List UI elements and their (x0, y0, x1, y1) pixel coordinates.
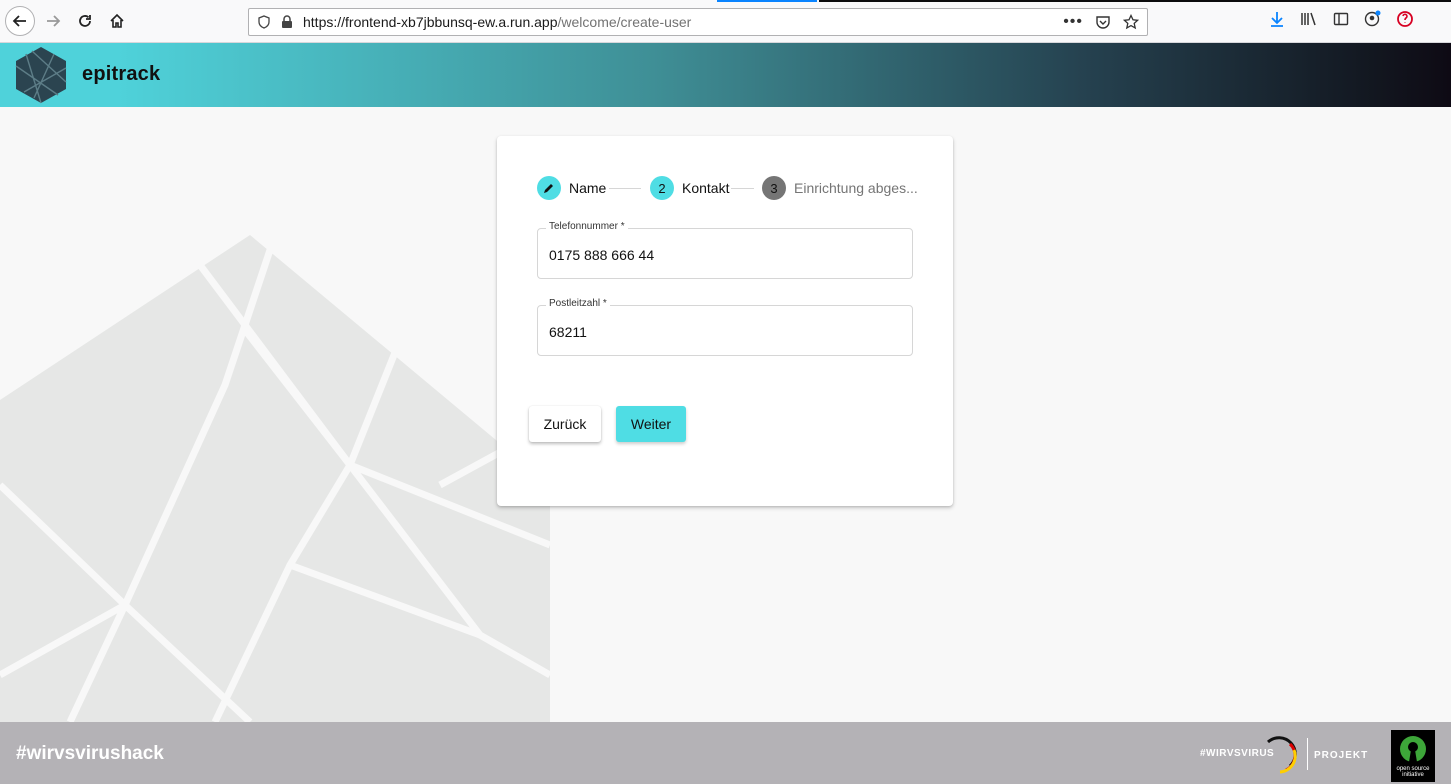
step-2-circle: 2 (650, 176, 674, 200)
pencil-icon (544, 184, 553, 193)
bookmark-star-icon[interactable] (1123, 14, 1139, 30)
extension-icon[interactable] (1396, 10, 1414, 28)
footer-divider (1307, 738, 1308, 770)
phone-label: Telefonnummer * (546, 221, 628, 232)
projekt-label: PROJEKT (1314, 750, 1369, 761)
pocket-icon[interactable] (1095, 14, 1111, 30)
lock-icon[interactable] (281, 15, 293, 29)
reload-icon (79, 15, 91, 27)
arrow-left-icon (12, 15, 26, 27)
wirvsvirus-arc-icon (1266, 736, 1297, 774)
zip-input[interactable]: 68211 (549, 324, 587, 340)
step-kontakt[interactable]: 2 Kontakt (650, 176, 729, 200)
url-host: https://frontend-xb7jbbunsq-ew.a.run.app (303, 14, 558, 30)
browser-toolbar: https://frontend-xb7jbbunsq-ew.a.run.app… (0, 0, 1451, 43)
footer-hashtag: #wirvsvirushack (16, 743, 164, 764)
more-actions-icon[interactable]: ••• (1063, 13, 1083, 31)
osi-keyhole-icon (1400, 736, 1426, 762)
url-text[interactable]: https://frontend-xb7jbbunsq-ew.a.run.app… (303, 14, 1063, 30)
epitrack-logo[interactable] (14, 46, 68, 104)
tab-strip-edge (819, 0, 1451, 2)
create-user-card: Name 2 Kontakt 3 Einrichtung abges... Te… (497, 136, 953, 506)
footer: #wirvsvirushack #WIRVSVIRUS PROJEKT open… (0, 722, 1451, 784)
background-hexagon-decoration (0, 235, 550, 722)
sidebar-icon[interactable] (1332, 10, 1350, 28)
phone-field[interactable]: Telefonnummer * 0175 888 666 44 (537, 221, 913, 279)
library-icon[interactable] (1300, 10, 1318, 28)
osi-text: open source initiative (1396, 766, 1430, 778)
step-connector (609, 188, 641, 189)
arrow-right-icon (47, 15, 61, 27)
step-einrichtung[interactable]: 3 Einrichtung abges... (762, 176, 918, 200)
url-path: /welcome/create-user (557, 14, 692, 30)
reload-button[interactable] (72, 8, 98, 34)
forward-button[interactable] (40, 8, 66, 34)
active-tab-indicator (717, 0, 817, 2)
step-2-label: Kontakt (682, 180, 730, 196)
url-bar[interactable]: https://frontend-xb7jbbunsq-ew.a.run.app… (248, 8, 1148, 36)
back-button[interactable] (5, 6, 35, 36)
step-1-circle (537, 176, 561, 200)
home-icon (110, 13, 124, 28)
zip-field[interactable]: Postleitzahl * 68211 (537, 298, 913, 356)
wirvsvirus-logo[interactable]: #WIRVSVIRUS (1200, 736, 1300, 774)
shield-icon[interactable] (257, 15, 271, 29)
brand-name[interactable]: epitrack (82, 63, 160, 86)
osi-logo[interactable]: open source initiative (1391, 730, 1435, 782)
step-3-label: Einrichtung abges... (794, 180, 918, 196)
stepper: Name 2 Kontakt 3 Einrichtung abges... (537, 176, 918, 200)
home-button[interactable] (104, 8, 130, 34)
account-icon[interactable] (1364, 10, 1382, 28)
step-name[interactable]: Name (537, 176, 606, 200)
download-icon[interactable] (1268, 10, 1286, 28)
zip-label: Postleitzahl * (546, 298, 610, 309)
next-step-button[interactable]: Weiter (616, 406, 686, 442)
back-step-button[interactable]: Zurück (529, 406, 601, 442)
step-3-circle: 3 (762, 176, 786, 200)
step-connector (731, 188, 754, 189)
step-1-label: Name (569, 180, 607, 196)
app-header: epitrack (0, 43, 1451, 107)
phone-input[interactable]: 0175 888 666 44 (549, 247, 654, 263)
